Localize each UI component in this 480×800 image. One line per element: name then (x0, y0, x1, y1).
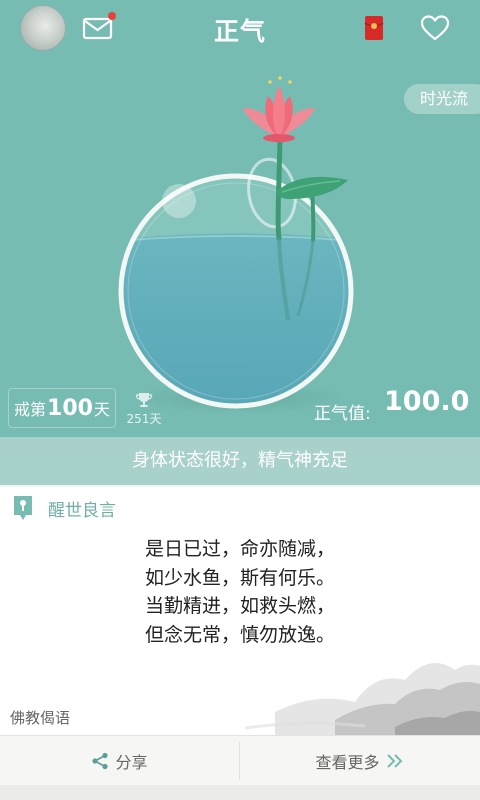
abstain-days-suffix: 天 (93, 400, 110, 419)
share-icon (92, 752, 109, 770)
lotus-bowl-illustration (118, 76, 354, 414)
share-label: 分享 (115, 753, 148, 772)
card-tag-label: 醒世良言 (48, 501, 116, 521)
poem-line: 如少水鱼，斯有何乐。 (144, 566, 335, 589)
abstain-days-badge[interactable]: 戒第 100 天 (8, 388, 116, 428)
share-button[interactable]: 分享 (0, 736, 239, 786)
poem-line: 是日已过，命亦随减， (144, 538, 335, 560)
poem-text: 是日已过，命亦随减， 如少水鱼，斯有何乐。 当勤精进，如救头燃， 但念无常，慎勿… (0, 535, 480, 649)
quote-card: 醒世良言 是日已过，命亦随减， 如少水鱼，斯有何乐。 当勤精进，如救头燃， 但念… (0, 487, 480, 735)
qi-value-label: 正气值: (314, 404, 371, 424)
red-packet-icon[interactable] (364, 14, 384, 42)
view-more-label: 查看更多 (315, 753, 380, 772)
page-title: 正气 (213, 17, 266, 46)
poem-line: 当勤精进，如救头燃， (144, 595, 335, 617)
double-chevron-right-icon (386, 754, 402, 768)
trophy-count: 251天 (126, 412, 162, 426)
abstain-days-count: 100 (47, 395, 93, 421)
heart-icon[interactable] (420, 14, 450, 42)
bottom-action-bar: 分享 查看更多 (0, 735, 480, 785)
quote-source: 佛教偈语 (10, 709, 71, 727)
top-bar: 正气 (0, 0, 480, 58)
trophy-icon (135, 393, 153, 407)
bookmark-tag-icon (14, 496, 32, 520)
unread-dot (108, 12, 116, 20)
bottom-edge (0, 785, 480, 800)
view-more-button[interactable]: 查看更多 (240, 736, 480, 786)
lotus-stage: 时光流 戒第 100 天 251天 正气值: 100.0 (0, 58, 480, 437)
timeflow-button[interactable]: 时光流 (403, 84, 480, 114)
trophy-record[interactable]: 251天 (124, 392, 164, 427)
status-message: 身体状态很好，精气神充足 (0, 437, 480, 485)
qi-value: 100.0 (384, 386, 470, 417)
poem-line: 但念无常，慎勿放逸。 (144, 623, 335, 646)
avatar[interactable] (20, 5, 66, 51)
abstain-days-prefix: 戒第 (14, 400, 47, 419)
